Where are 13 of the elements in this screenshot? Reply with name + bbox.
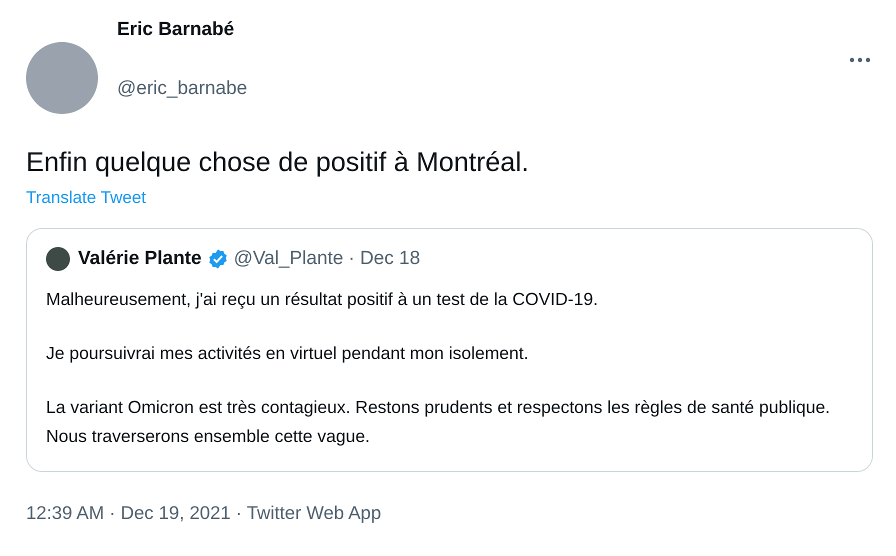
quoted-tweet-card[interactable] (26, 228, 873, 472)
tweet-text: Enfin quelque chose de positif à Montréal. (26, 146, 530, 179)
author-handle[interactable]: @eric_barnabe (117, 76, 849, 102)
avatar-photo-placeholder[interactable] (46, 247, 70, 271)
quoted-tweet-paragraph: La variant Omicron est très contagieux. Restons prudents et respectons les règles de santé publique. Nous traverserons ensemble cette vague. (46, 396, 832, 448)
quoted-tweet-date: · Dec 18 (348, 248, 420, 270)
quoted-tweet-paragraph: Malheureusement, j'ai reçu un résultat positif à un test de la COVID-19. (46, 288, 599, 311)
tweet-timestamp: 12:39 AM · Dec 19, 2021 · Twitter Web App (26, 502, 382, 524)
author-name[interactable]: Eric Barnabé (117, 17, 849, 43)
more-options-icon[interactable] (849, 57, 871, 63)
quoted-tweet-paragraph: Je poursuivrai mes activités en virtuel pendant mon isolement. (46, 342, 530, 365)
quoted-author-handle: @Val_Plante (234, 248, 344, 270)
quoted-author-name: Valérie Plante (78, 248, 202, 270)
